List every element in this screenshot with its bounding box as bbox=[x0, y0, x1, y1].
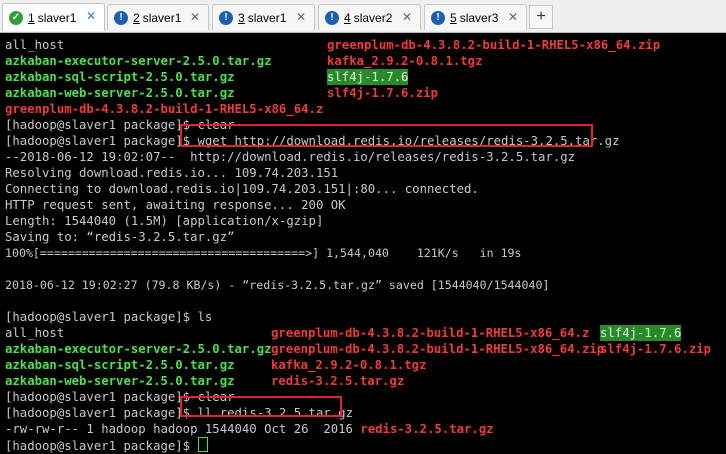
close-icon[interactable]: ✕ bbox=[294, 10, 308, 24]
prompt: [hadoop@slaver1 package]$ bbox=[5, 439, 198, 453]
terminal-line: --2018-06-12 19:02:07-- http://download.… bbox=[5, 150, 576, 164]
tab-label: slaver2 bbox=[353, 10, 393, 25]
prompt: [hadoop@slaver1 package]$ bbox=[5, 406, 198, 420]
warning-icon: ! bbox=[325, 10, 339, 25]
archive-entry: redis-3.2.5.tar.gz bbox=[360, 422, 494, 436]
archive-entry: slf4j-1.7.6.zip bbox=[600, 342, 712, 356]
tab-3-slaver1[interactable]: ! 3 slaver1 ✕ bbox=[212, 4, 315, 30]
warning-icon: ! bbox=[219, 10, 233, 25]
file-entry: all_host bbox=[5, 38, 65, 52]
terminal-output[interactable]: all_host greenplum-db-4.3.8.2-build-1-RH… bbox=[0, 33, 726, 453]
archive-entry: greenplum-db-4.3.8.2-build-1-RHEL5-x86_6… bbox=[5, 102, 324, 116]
tab-label: slaver1 bbox=[142, 10, 182, 25]
terminal-line: HTTP request sent, awaiting response... … bbox=[5, 198, 346, 212]
archive-entry: greenplum-db-4.3.8.2-build-1-RHEL5-x86_6… bbox=[271, 342, 605, 356]
terminal-line: all_host bbox=[5, 37, 64, 53]
terminal-cursor bbox=[197, 437, 208, 452]
tab-5-slaver3[interactable]: ! 5 slaver3 ✕ bbox=[424, 4, 527, 30]
tab-number: 3 bbox=[238, 10, 245, 25]
warning-icon: ! bbox=[431, 10, 445, 25]
close-icon[interactable]: ✕ bbox=[188, 10, 202, 24]
archive-entry: azkaban-sql-script-2.5.0.tar.gz bbox=[5, 70, 235, 84]
archive-entry: redis-3.2.5.tar.gz bbox=[271, 374, 405, 388]
archive-entry: azkaban-sql-script-2.5.0.tar.gz bbox=[5, 358, 235, 372]
close-icon[interactable]: ✕ bbox=[506, 10, 520, 24]
prompt-line: [hadoop@slaver1 package]$ ls bbox=[5, 310, 213, 324]
connected-check-icon: ✓ bbox=[9, 10, 23, 25]
archive-entry: kafka_2.9.2-0.8.1.tgz bbox=[327, 54, 483, 68]
archive-entry: azkaban-executor-server-2.5.0.tar.gz bbox=[5, 54, 272, 68]
tab-number: 2 bbox=[133, 10, 140, 25]
highlight-box-wget bbox=[180, 124, 593, 147]
tab-label: slaver3 bbox=[459, 10, 499, 25]
tab-2-slaver1[interactable]: ! 2 slaver1 ✕ bbox=[107, 4, 209, 30]
terminal-line: Length: 1544040 (1.5M) [application/x-gz… bbox=[5, 214, 324, 228]
file-entry: all_host bbox=[5, 326, 65, 340]
tab-number: 5 bbox=[450, 10, 457, 25]
tab-label: slaver1 bbox=[37, 10, 77, 25]
archive-entry: kafka_2.9.2-0.8.1.tgz bbox=[271, 358, 427, 372]
archive-entry: greenplum-db-4.3.8.2-build-1-RHEL5-x86_6… bbox=[327, 38, 661, 52]
add-tab-button[interactable]: + bbox=[529, 5, 553, 29]
directory-entry: slf4j-1.7.6 bbox=[600, 325, 682, 341]
highlight-box-ll bbox=[180, 396, 342, 417]
archive-entry: azkaban-web-server-2.5.0.tar.gz bbox=[5, 86, 235, 100]
terminal-line: Saving to: “redis-3.2.5.tar.gz” bbox=[5, 230, 235, 244]
prompt: [hadoop@slaver1 package]$ bbox=[5, 134, 198, 148]
terminal-line: 2018-06-12 19:02:27 (79.8 KB/s) - “redis… bbox=[5, 278, 550, 292]
tab-number: 4 bbox=[344, 10, 351, 25]
warning-icon: ! bbox=[114, 10, 128, 25]
tab-label: slaver1 bbox=[247, 10, 287, 25]
close-icon[interactable]: ✕ bbox=[84, 9, 98, 23]
prompt-line: [hadoop@slaver1 package]$ bbox=[5, 437, 208, 453]
tab-bar: ✓ 1 slaver1 ✕ ! 2 slaver1 ✕ ! 3 slaver1 … bbox=[0, 0, 726, 33]
close-icon[interactable]: ✕ bbox=[400, 10, 414, 24]
archive-entry: azkaban-executor-server-2.5.0.tar.gz bbox=[5, 342, 272, 356]
terminal-line: Connecting to download.redis.io|109.74.2… bbox=[5, 182, 479, 196]
directory-entry: slf4j-1.7.6 bbox=[327, 69, 409, 85]
tab-1-slaver1[interactable]: ✓ 1 slaver1 ✕ bbox=[2, 3, 105, 31]
archive-entry: azkaban-web-server-2.5.0.tar.gz bbox=[5, 374, 235, 388]
progress-line: 100%[===================================… bbox=[5, 246, 522, 260]
tab-number: 1 bbox=[28, 10, 35, 25]
file-attributes: -rw-rw-r-- 1 hadoop hadoop 1544040 Oct 2… bbox=[5, 422, 361, 436]
archive-entry: slf4j-1.7.6.zip bbox=[327, 86, 439, 100]
terminal-line: Resolving download.redis.io... 109.74.20… bbox=[5, 166, 339, 180]
archive-entry: greenplum-db-4.3.8.2-build-1-RHEL5-x86_6… bbox=[271, 326, 590, 340]
file-listing-line: -rw-rw-r-- 1 hadoop hadoop 1544040 Oct 2… bbox=[5, 421, 494, 437]
tab-4-slaver2[interactable]: ! 4 slaver2 ✕ bbox=[318, 4, 421, 30]
